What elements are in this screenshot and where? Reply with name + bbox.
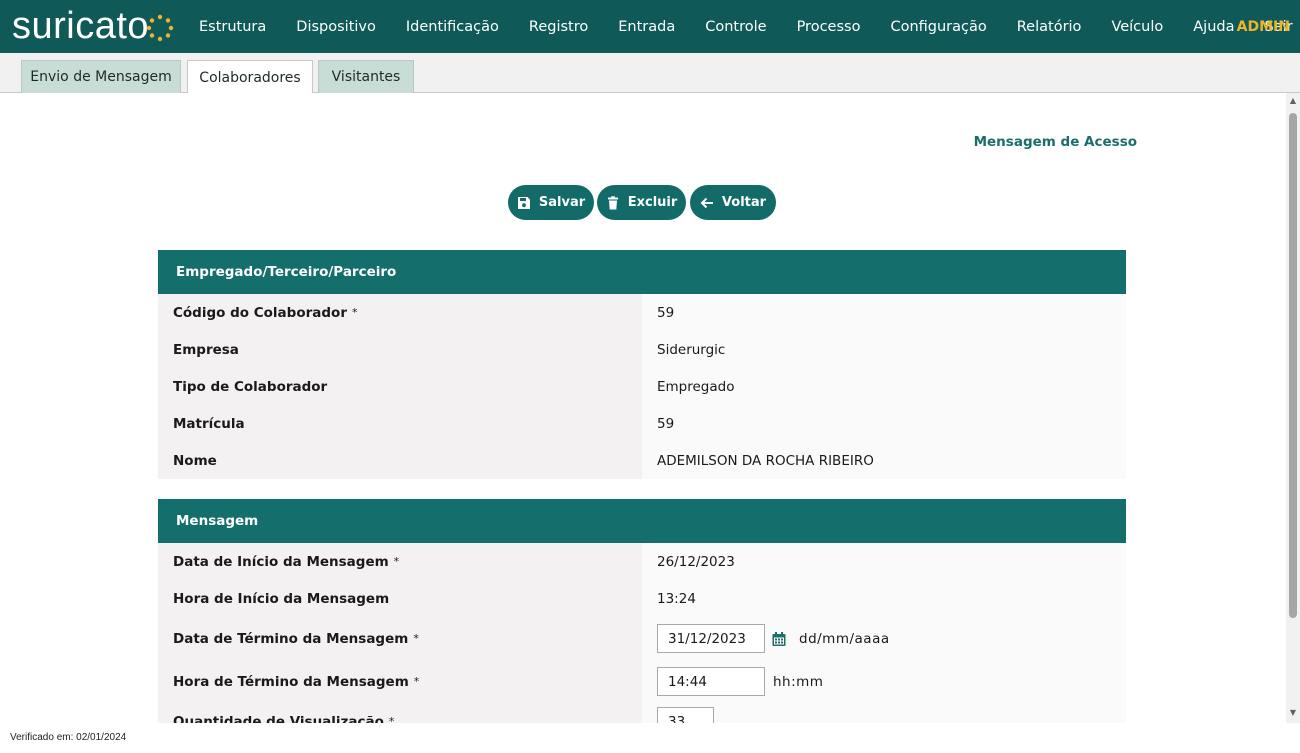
time-format-hint: hh:mm	[773, 673, 824, 690]
current-user[interactable]: ADMIN	[1237, 0, 1290, 53]
verified-date: Verificado em: 02/01/2024	[10, 732, 127, 743]
row-matricula: Matrícula 59	[158, 405, 1126, 442]
section-title[interactable]: Mensagem de Acesso	[974, 134, 1137, 150]
required-marker: *	[393, 555, 400, 568]
menu-registro[interactable]: Registro	[514, 19, 603, 35]
menu-controle[interactable]: Controle	[690, 19, 781, 35]
back-button-label: Voltar	[721, 195, 767, 210]
field-value: 13:24	[642, 580, 1126, 617]
menu-configuracao[interactable]: Configuração	[875, 19, 1001, 35]
field-label: Hora de Início da Mensagem	[158, 580, 642, 617]
row-hora-termino: Hora de Término da Mensagem* hh:mm	[158, 660, 1126, 703]
floppy-disk-icon	[517, 196, 530, 209]
top-navigation-bar: suricato Estrutura Dispositivo Identific…	[0, 0, 1300, 53]
menu-identificacao[interactable]: Identificação	[391, 19, 514, 35]
employee-panel-header: Empregado/Terceiro/Parceiro	[158, 250, 1126, 294]
row-nome: Nome ADEMILSON DA ROCHA RIBEIRO	[158, 442, 1126, 479]
end-time-input[interactable]	[657, 667, 765, 696]
date-format-hint: dd/mm/aaaa	[799, 630, 890, 647]
required-marker: *	[413, 632, 419, 645]
footer: Verificado em: 02/01/2024	[0, 723, 1300, 753]
tab-colaboradores[interactable]: Colaboradores	[187, 60, 313, 94]
field-value-container: dd/mm/aaaa	[642, 617, 1126, 660]
field-value: 26/12/2023	[642, 543, 1126, 580]
menu-processo[interactable]: Processo	[782, 19, 876, 35]
end-date-input[interactable]	[657, 624, 765, 653]
main-menu: Estrutura Dispositivo Identificação Regi…	[184, 0, 1300, 53]
field-label: Nome	[158, 442, 642, 479]
scroll-up-icon[interactable]: ▲	[1289, 97, 1297, 105]
field-label: Hora de Término da Mensagem *	[158, 660, 642, 703]
row-hora-inicio: Hora de Início da Mensagem 13:24	[158, 580, 1126, 617]
row-codigo-colaborador: Código do Colaborador * 59	[158, 294, 1126, 331]
message-panel-header: Mensagem	[158, 499, 1126, 543]
required-marker: *	[413, 675, 420, 688]
field-label: Matrícula	[158, 405, 642, 442]
field-value-container: hh:mm	[642, 660, 1126, 703]
field-label: Tipo de Colaborador	[158, 368, 642, 405]
field-label: Data de Término da Mensagem *	[158, 617, 642, 660]
field-label: Empresa	[158, 331, 642, 368]
tab-visitantes[interactable]: Visitantes	[318, 60, 414, 93]
field-value: ADEMILSON DA ROCHA RIBEIRO	[642, 442, 1126, 479]
tab-bar: Envio de Mensagem Colaboradores Visitant…	[0, 53, 1300, 94]
views-quantity-input[interactable]	[657, 707, 714, 723]
required-marker: *	[388, 715, 395, 723]
menu-relatorio[interactable]: Relatório	[1002, 19, 1097, 35]
field-value-container	[642, 703, 1126, 723]
row-data-inicio: Data de Início da Mensagem * 26/12/2023	[158, 543, 1126, 580]
menu-dispositivo[interactable]: Dispositivo	[281, 19, 391, 35]
field-value: 59	[642, 405, 1126, 442]
main-content: Mensagem de Acesso Salvar Excluir Voltar…	[0, 93, 1286, 723]
field-value: Empregado	[642, 368, 1126, 405]
row-data-termino: Data de Término da Mensagem* dd/mm/aaaa	[158, 617, 1126, 660]
suricato-logo[interactable]: suricato	[12, 2, 175, 50]
trash-icon	[607, 195, 618, 209]
field-label: Código do Colaborador *	[158, 294, 642, 331]
delete-button[interactable]: Excluir	[597, 185, 686, 220]
scroll-down-icon[interactable]: ▼	[1289, 709, 1297, 717]
delete-button-label: Excluir	[627, 195, 678, 210]
row-tipo-colaborador: Tipo de Colaborador Empregado	[158, 368, 1126, 405]
vertical-scrollbar[interactable]: ▲ ▼	[1286, 93, 1300, 723]
row-quantidade-visualizacao: Quantidade de Visualização *	[158, 703, 1126, 723]
back-button[interactable]: Voltar	[690, 185, 776, 220]
logo-text: suricato	[12, 4, 150, 47]
save-button-label: Salvar	[538, 195, 586, 210]
menu-entrada[interactable]: Entrada	[603, 19, 690, 35]
menu-veiculo[interactable]: Veículo	[1096, 19, 1178, 35]
menu-estrutura[interactable]: Estrutura	[184, 19, 281, 35]
logo-dots-icon	[146, 14, 174, 42]
save-button[interactable]: Salvar	[508, 185, 594, 220]
required-marker: *	[351, 306, 358, 319]
field-value: Siderurgic	[642, 331, 1126, 368]
field-label: Data de Início da Mensagem *	[158, 543, 642, 580]
field-label: Quantidade de Visualização *	[158, 703, 642, 723]
scroll-thumb[interactable]	[1289, 113, 1297, 618]
calendar-icon[interactable]	[771, 631, 787, 647]
arrow-left-icon	[700, 197, 713, 208]
tab-envio-de-mensagem[interactable]: Envio de Mensagem	[21, 60, 181, 93]
row-empresa: Empresa Siderurgic	[158, 331, 1126, 368]
field-value: 59	[642, 294, 1126, 331]
